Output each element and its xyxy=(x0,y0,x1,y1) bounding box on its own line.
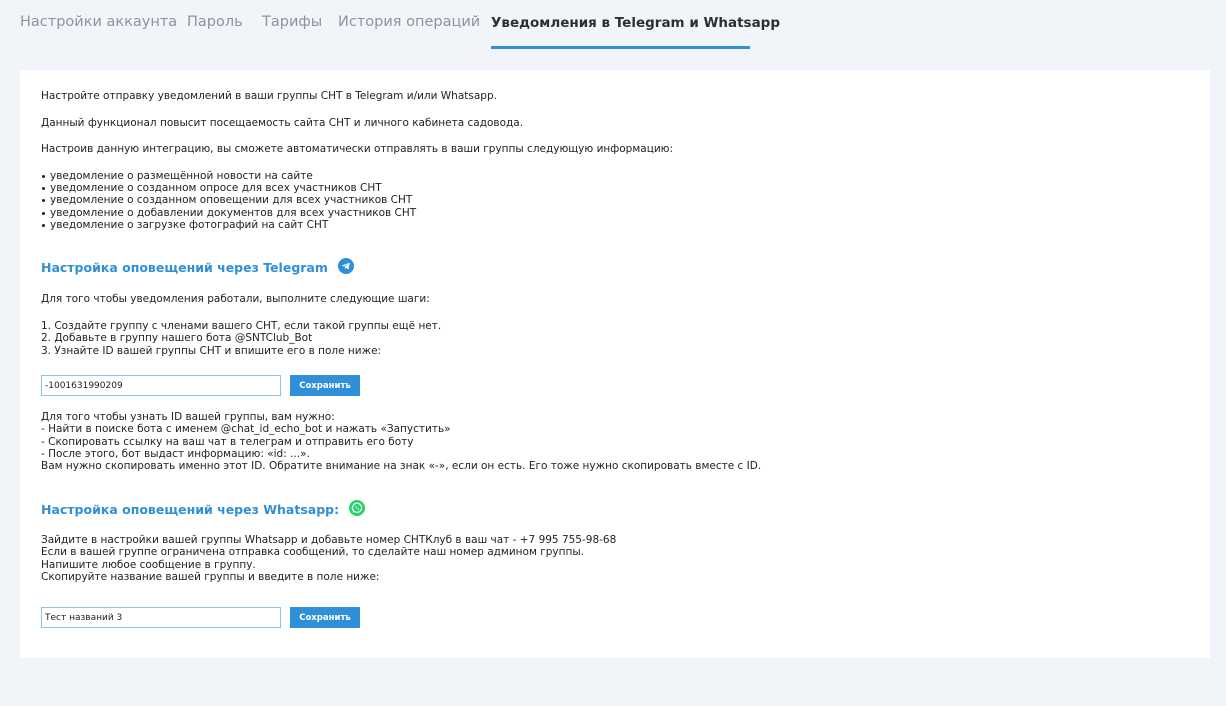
step-item: 1. Создайте группу с членами вашего СНТ,… xyxy=(41,320,442,332)
telegram-steps: 1. Создайте группу с членами вашего СНТ,… xyxy=(41,320,441,357)
help-line: - Скопировать ссылку на ваш чат в телегр… xyxy=(41,435,414,448)
whatsapp-instructions: Зайдите в настройки вашей группы Whatsap… xyxy=(41,534,616,583)
step-item: 3. Узнайте ID вашей группы СНТ и впишите… xyxy=(41,344,382,357)
list-item: уведомление о созданном опросе для всех … xyxy=(41,182,416,194)
help-line: - Найти в поиске бота с именем @chat_id_… xyxy=(41,423,451,436)
telegram-icon xyxy=(338,258,355,277)
telegram-help: Для того чтобы узнать ID вашей группы, в… xyxy=(41,411,761,472)
active-tab-indicator xyxy=(491,46,750,49)
telegram-group-id-input[interactable] xyxy=(41,375,281,396)
instruction-line: Напишите любое сообщение в группу. xyxy=(41,558,256,571)
instruction-line: Если в вашей группе ограничена отправка … xyxy=(41,546,584,559)
whatsapp-save-button[interactable]: Сохранить xyxy=(290,607,360,628)
list-item: уведомление о загрузке фотографий на сай… xyxy=(41,219,416,231)
tab-password[interactable]: Пароль xyxy=(187,14,243,30)
tab-tariffs[interactable]: Тарифы xyxy=(262,14,322,30)
telegram-steps-intro: Для того чтобы уведомления работали, вып… xyxy=(41,293,430,305)
intro-paragraph-2: Данный функционал повысит посещаемость с… xyxy=(41,117,524,129)
whatsapp-group-name-input[interactable] xyxy=(41,607,281,628)
instruction-line: Зайдите в настройки вашей группы Whatsap… xyxy=(41,534,617,546)
whatsapp-icon xyxy=(349,500,366,519)
tab-bar: Настройки аккаунта Пароль Тарифы История… xyxy=(0,0,1226,49)
telegram-heading-text: Настройка оповещений через Telegram xyxy=(41,259,328,275)
tab-notifications[interactable]: Уведомления в Telegram и Whatsapp xyxy=(491,15,780,31)
help-line: - После этого, бот выдаст информацию: «i… xyxy=(41,447,310,460)
tab-account-settings[interactable]: Настройки аккаунта xyxy=(20,14,177,30)
help-line: Вам нужно скопировать именно этот ID. Об… xyxy=(41,460,762,473)
intro-paragraph-1: Настройте отправку уведомлений в ваши гр… xyxy=(41,90,497,102)
list-item: уведомление о добавлении документов для … xyxy=(41,207,416,219)
list-item: уведомление о созданном оповещении для в… xyxy=(41,194,416,206)
whatsapp-heading: Настройка оповещений через Whatsapp: xyxy=(41,500,366,519)
features-list: уведомление о размещённой новости на сай… xyxy=(41,170,416,231)
step-item: 2. Добавьте в группу нашего бота @SNTClu… xyxy=(41,332,313,345)
list-item: уведомление о размещённой новости на сай… xyxy=(41,170,416,182)
whatsapp-heading-text: Настройка оповещений через Whatsapp: xyxy=(41,501,340,517)
intro-paragraph-3: Настроив данную интеграцию, вы сможете а… xyxy=(41,143,674,155)
tab-operations-history[interactable]: История операций xyxy=(338,14,480,30)
notifications-card: Настройте отправку уведомлений в ваши гр… xyxy=(20,70,1210,658)
telegram-heading: Настройка оповещений через Telegram xyxy=(41,258,355,277)
instruction-line: Скопируйте название вашей группы и введи… xyxy=(41,570,380,583)
help-line: Для того чтобы узнать ID вашей группы, в… xyxy=(41,411,335,423)
telegram-save-button[interactable]: Сохранить xyxy=(290,375,360,396)
